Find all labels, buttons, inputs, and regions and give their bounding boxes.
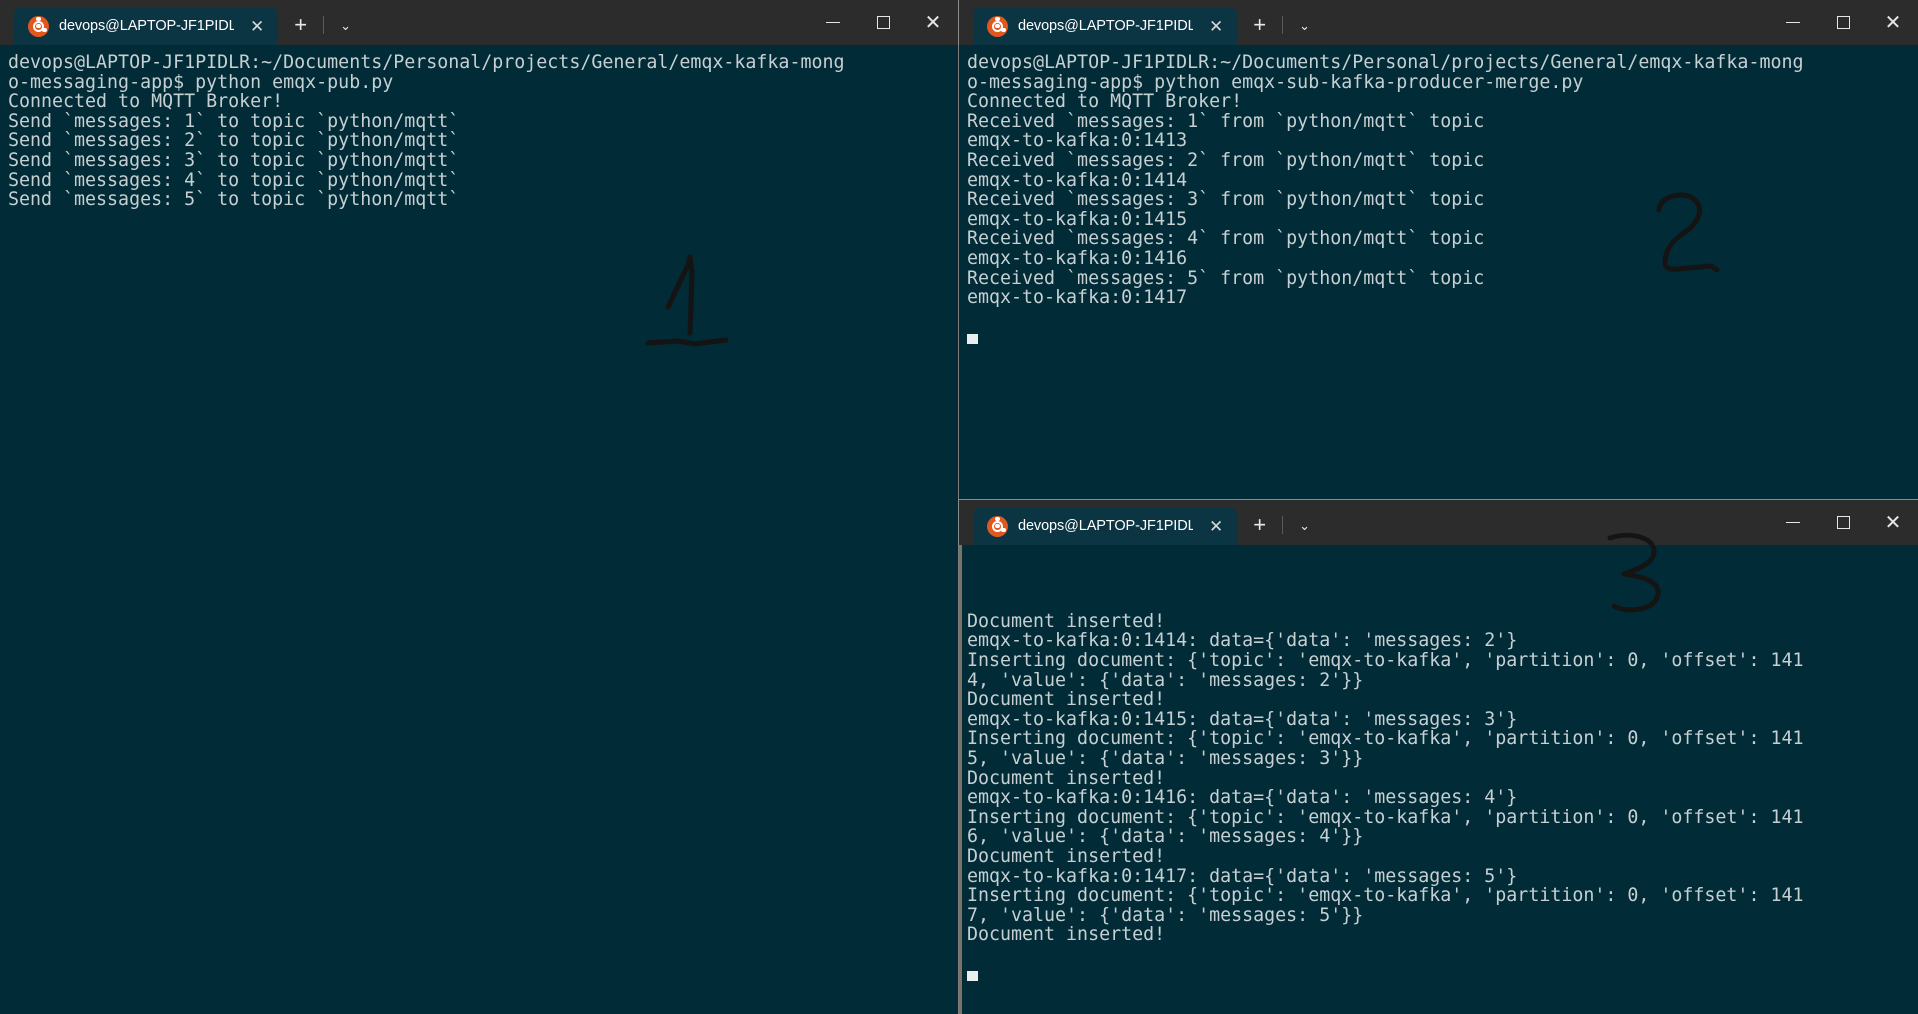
terminal-line: Inserting document: {'topic': 'emqx-to-k…: [967, 728, 1804, 750]
terminal-line: Document inserted!: [967, 845, 1166, 867]
new-tab-button[interactable]: +: [278, 14, 323, 36]
close-window-button[interactable]: ✕: [908, 0, 958, 45]
tab-strip: devops@LAPTOP-JF1PIDLR: ~ ✕ + ⌄: [959, 0, 1326, 45]
window-controls: ✕: [1768, 500, 1918, 545]
chevron-down-icon[interactable]: ⌄: [1283, 19, 1326, 32]
terminal-line: devops@LAPTOP-JF1PIDLR:~/Documents/Perso…: [967, 52, 1804, 73]
terminal-line: Connected to MQTT Broker!: [8, 91, 284, 113]
maximize-button[interactable]: [858, 0, 908, 45]
terminal-line: Document inserted!: [967, 689, 1166, 711]
close-tab-icon[interactable]: ✕: [1205, 18, 1227, 35]
terminal-cursor: [967, 334, 978, 345]
terminal-cursor-line: [967, 327, 1918, 347]
terminal-line: Document inserted!: [967, 924, 1166, 946]
terminal-line: 6, 'value': {'data': 'messages: 4'}}: [967, 826, 1364, 848]
terminal-line: Connected to MQTT Broker!: [967, 91, 1243, 113]
window-controls: ✕: [808, 0, 958, 45]
terminal-line: Inserting document: {'topic': 'emqx-to-k…: [967, 649, 1804, 671]
minimize-button[interactable]: [1768, 0, 1818, 45]
terminal-line: Received `messages: 4` from `python/mqtt…: [967, 228, 1485, 250]
terminal-line: Received `messages: 1` from `python/mqtt…: [967, 110, 1485, 132]
close-window-button[interactable]: ✕: [1868, 500, 1918, 545]
terminal-line: Received `messages: 5` from `python/mqtt…: [967, 267, 1485, 289]
terminal-line: emqx-to-kafka:0:1415: data={'data': 'mes…: [967, 708, 1518, 730]
close-tab-icon[interactable]: ✕: [1205, 518, 1227, 535]
terminal-line: emqx-to-kafka:0:1416: [967, 247, 1188, 269]
terminal-line: Received `messages: 2` from `python/mqtt…: [967, 149, 1485, 171]
ubuntu-icon: [987, 515, 1008, 537]
terminal-line: Document inserted!: [967, 767, 1166, 789]
titlebar: devops@LAPTOP-JF1PIDLR: ~ ✕ + ⌄ ✕: [0, 0, 958, 45]
terminal-line: Inserting document: {'topic': 'emqx-to-k…: [967, 885, 1804, 907]
terminal-tab[interactable]: devops@LAPTOP-JF1PIDLR: ~ ✕: [973, 7, 1238, 45]
terminal-line: emqx-to-kafka:0:1415: [967, 208, 1188, 230]
terminal-line: emqx-to-kafka:0:1414: [967, 169, 1188, 191]
terminal-line: Send `messages: 5` to topic `python/mqtt…: [8, 189, 460, 211]
terminal-line: o-messaging-app$ python emqx-sub-kafka-p…: [967, 71, 1584, 93]
chevron-down-icon[interactable]: ⌄: [324, 19, 367, 32]
terminal-output[interactable]: Document inserted! emqx-to-kafka:0:1414: …: [958, 545, 1918, 1014]
terminal-line: emqx-to-kafka:0:1413: [967, 130, 1188, 152]
terminal-cursor-line: [967, 964, 1918, 984]
terminal-line: Send `messages: 1` to topic `python/mqtt…: [8, 110, 460, 132]
terminal-window-publisher[interactable]: devops@LAPTOP-JF1PIDLR: ~ ✕ + ⌄ ✕ devops…: [0, 0, 958, 1014]
minimize-button[interactable]: [808, 0, 858, 45]
terminal-line: Received `messages: 3` from `python/mqtt…: [967, 189, 1485, 211]
maximize-button[interactable]: [1818, 500, 1868, 545]
maximize-button[interactable]: [1818, 0, 1868, 45]
terminal-line: Document inserted!: [967, 610, 1166, 632]
terminal-line: o-messaging-app$ python emqx-pub.py: [8, 71, 394, 93]
terminal-line: 4, 'value': {'data': 'messages: 2'}}: [967, 669, 1364, 691]
terminal-cursor: [967, 971, 978, 982]
terminal-line: Send `messages: 4` to topic `python/mqtt…: [8, 169, 460, 191]
terminal-tab[interactable]: devops@LAPTOP-JF1PIDLR: ~ ✕: [973, 507, 1238, 545]
ubuntu-icon: [28, 15, 49, 37]
titlebar: devops@LAPTOP-JF1PIDLR: ~ ✕ + ⌄ ✕: [958, 0, 1918, 45]
tab-title: devops@LAPTOP-JF1PIDLR: ~: [1018, 18, 1193, 34]
terminal-line: emqx-to-kafka:0:1417: [967, 287, 1188, 309]
terminal-line: emqx-to-kafka:0:1416: data={'data': 'mes…: [967, 787, 1518, 809]
ubuntu-icon: [987, 15, 1008, 37]
terminal-line: emqx-to-kafka:0:1417: data={'data': 'mes…: [967, 865, 1518, 887]
terminal-window-mongo-consumer[interactable]: devops@LAPTOP-JF1PIDLR: ~ ✕ + ⌄ ✕ Docume…: [958, 500, 1918, 1014]
terminal-line: devops@LAPTOP-JF1PIDLR:~/Documents/Perso…: [8, 52, 845, 73]
tab-strip: devops@LAPTOP-JF1PIDLR: ~ ✕ + ⌄: [959, 500, 1326, 545]
close-window-button[interactable]: ✕: [1868, 0, 1918, 45]
tab-title: devops@LAPTOP-JF1PIDLR: ~: [59, 18, 234, 34]
scrollbar[interactable]: [959, 545, 962, 1014]
close-tab-icon[interactable]: ✕: [246, 18, 268, 35]
tab-strip: devops@LAPTOP-JF1PIDLR: ~ ✕ + ⌄: [0, 0, 367, 45]
terminal-line: 5, 'value': {'data': 'messages: 3'}}: [967, 747, 1364, 769]
window-controls: ✕: [1768, 0, 1918, 45]
terminal-line: Inserting document: {'topic': 'emqx-to-k…: [967, 806, 1804, 828]
new-tab-button[interactable]: +: [1237, 14, 1282, 36]
terminal-line: Send `messages: 3` to topic `python/mqtt…: [8, 149, 460, 171]
terminal-line: Send `messages: 2` to topic `python/mqtt…: [8, 130, 460, 152]
terminal-line: 7, 'value': {'data': 'messages: 5'}}: [967, 904, 1364, 926]
terminal-line: emqx-to-kafka:0:1414: data={'data': 'mes…: [967, 630, 1518, 652]
tab-title: devops@LAPTOP-JF1PIDLR: ~: [1018, 518, 1193, 534]
minimize-button[interactable]: [1768, 500, 1818, 545]
titlebar: devops@LAPTOP-JF1PIDLR: ~ ✕ + ⌄ ✕: [958, 500, 1918, 545]
chevron-down-icon[interactable]: ⌄: [1283, 519, 1326, 532]
new-tab-button[interactable]: +: [1237, 514, 1282, 536]
terminal-output[interactable]: devops@LAPTOP-JF1PIDLR:~/Documents/Perso…: [0, 45, 958, 1014]
terminal-tab[interactable]: devops@LAPTOP-JF1PIDLR: ~ ✕: [14, 7, 279, 45]
